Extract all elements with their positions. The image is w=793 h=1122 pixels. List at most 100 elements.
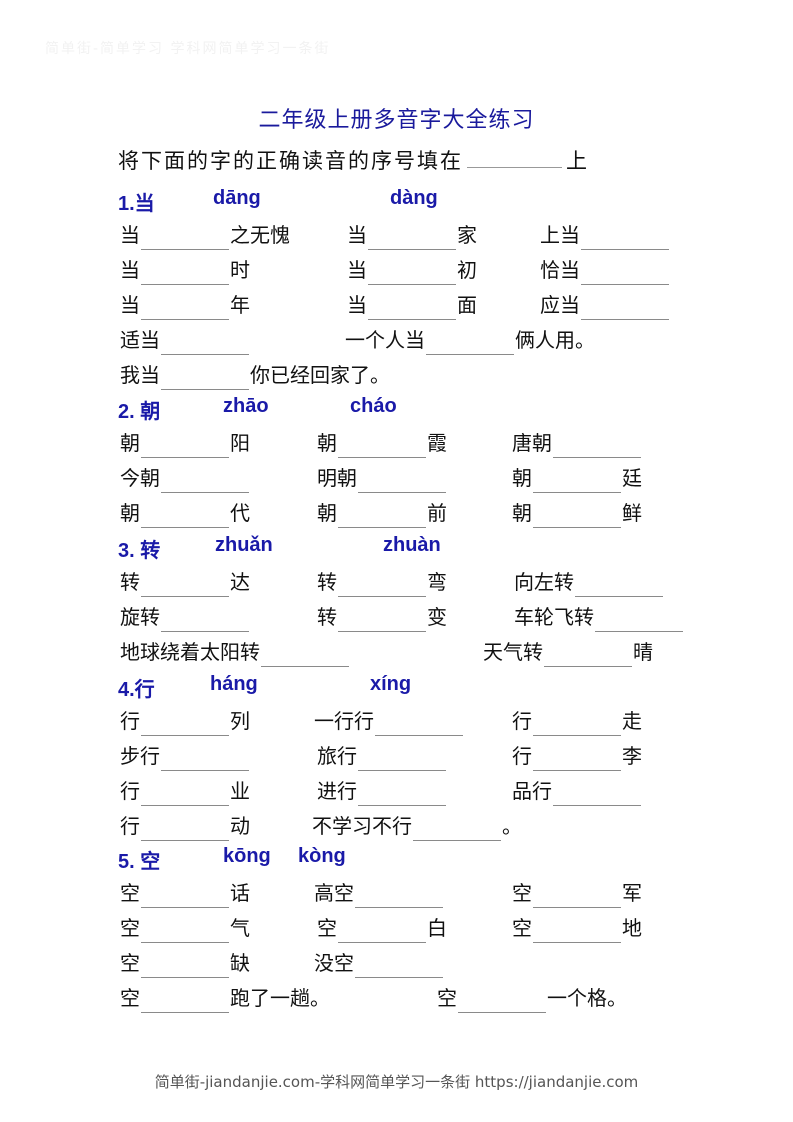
word-suffix: 廷: [622, 466, 642, 490]
exercise-item: 当 之无愧: [120, 220, 290, 250]
answer-blank[interactable]: [533, 470, 621, 493]
word-prefix: 品行: [512, 779, 552, 803]
pinyin-option: zhuǎn: [215, 534, 273, 556]
exercise-item: 行走: [512, 706, 642, 736]
answer-blank[interactable]: [533, 920, 621, 943]
answer-blank[interactable]: [338, 574, 426, 597]
answer-blank[interactable]: [368, 227, 456, 250]
word-suffix: 缺: [230, 951, 250, 975]
answer-blank[interactable]: [161, 748, 249, 771]
footer-source: 简单街-jiandanjie.com-学科网简单学习一条街 https://ji…: [154, 1073, 639, 1091]
answer-blank[interactable]: [413, 818, 501, 841]
answer-blank[interactable]: [358, 783, 446, 806]
answer-blank[interactable]: [161, 609, 249, 632]
answer-blank[interactable]: [553, 783, 641, 806]
answer-blank[interactable]: [533, 505, 621, 528]
answer-blank[interactable]: [338, 920, 426, 943]
answer-blank[interactable]: [375, 713, 463, 736]
answer-blank[interactable]: [426, 332, 514, 355]
answer-blank[interactable]: [141, 955, 229, 978]
word-suffix: 阳: [230, 431, 250, 455]
word-prefix: 空: [120, 951, 140, 975]
answer-blank[interactable]: [338, 505, 426, 528]
word-prefix: 唐朝: [512, 431, 552, 455]
word-prefix: 向左转: [514, 570, 574, 594]
answer-blank[interactable]: [141, 713, 229, 736]
answer-blank[interactable]: [141, 920, 229, 943]
answer-blank[interactable]: [533, 748, 621, 771]
word-suffix: 之无愧: [230, 223, 290, 247]
answer-blank[interactable]: [581, 262, 669, 285]
answer-blank[interactable]: [533, 885, 621, 908]
answer-blank[interactable]: [467, 147, 562, 168]
answer-blank[interactable]: [161, 367, 249, 390]
answer-blank[interactable]: [141, 262, 229, 285]
word-suffix: 列: [230, 709, 250, 733]
answer-blank[interactable]: [533, 713, 621, 736]
answer-blank[interactable]: [581, 227, 669, 250]
answer-blank[interactable]: [355, 885, 443, 908]
answer-blank[interactable]: [161, 332, 249, 355]
exercise-row: 朝代朝前朝鲜: [0, 498, 793, 532]
answer-blank[interactable]: [358, 748, 446, 771]
word-prefix: 当: [120, 258, 140, 282]
word-prefix: 当: [120, 293, 140, 317]
exercise-item: 空军: [512, 878, 642, 908]
word-prefix: 不学习不行: [312, 814, 412, 838]
answer-blank[interactable]: [368, 297, 456, 320]
answer-blank[interactable]: [358, 470, 446, 493]
instruction: 将下面的字的正确读音的序号填在 上: [118, 145, 589, 175]
word-prefix: 转: [317, 570, 337, 594]
exercise-item: 当时: [120, 255, 250, 285]
section-number-char: 2. 朝: [118, 401, 161, 423]
exercise-row: 今朝 明朝朝廷: [0, 463, 793, 497]
answer-blank[interactable]: [261, 644, 349, 667]
exercise-item: 当面: [347, 290, 477, 320]
word-suffix: 俩人用。: [515, 328, 595, 352]
word-suffix: 鲜: [622, 501, 642, 525]
answer-blank[interactable]: [161, 470, 249, 493]
word-prefix: 恰当: [540, 258, 580, 282]
word-suffix: 你已经回家了。: [250, 363, 390, 387]
pinyin-option: cháo: [350, 395, 397, 417]
exercise-item: 品行: [512, 776, 642, 806]
answer-blank[interactable]: [553, 435, 641, 458]
exercise-item: 车轮飞转: [514, 602, 684, 632]
answer-blank[interactable]: [368, 262, 456, 285]
answer-blank[interactable]: [544, 644, 632, 667]
answer-blank[interactable]: [458, 990, 546, 1013]
answer-blank[interactable]: [141, 783, 229, 806]
exercise-row: 适当 一个人当 俩人用。: [0, 325, 793, 359]
word-prefix: 没空: [314, 951, 354, 975]
word-prefix: 明朝: [317, 466, 357, 490]
word-prefix: 应当: [540, 293, 580, 317]
answer-blank[interactable]: [595, 609, 683, 632]
word-suffix: 面: [457, 293, 477, 317]
answer-blank[interactable]: [575, 574, 663, 597]
answer-blank[interactable]: [141, 435, 229, 458]
answer-blank[interactable]: [141, 227, 229, 250]
exercise-item: 我当 你已经回家了。: [120, 360, 390, 390]
answer-blank[interactable]: [338, 609, 426, 632]
word-suffix: 晴: [633, 640, 653, 664]
word-suffix: 话: [230, 881, 250, 905]
word-prefix: 旋转: [120, 605, 160, 629]
word-suffix: 气: [230, 916, 250, 940]
answer-blank[interactable]: [141, 818, 229, 841]
answer-blank[interactable]: [338, 435, 426, 458]
section-number-char: 3. 转: [118, 540, 161, 562]
answer-blank[interactable]: [355, 955, 443, 978]
answer-blank[interactable]: [141, 297, 229, 320]
word-prefix: 当: [347, 293, 367, 317]
answer-blank[interactable]: [141, 885, 229, 908]
exercise-item: 一个人当 俩人用。: [345, 325, 595, 355]
answer-blank[interactable]: [581, 297, 669, 320]
answer-blank[interactable]: [141, 990, 229, 1013]
answer-blank[interactable]: [141, 505, 229, 528]
exercise-item: 适当: [120, 325, 250, 355]
answer-blank[interactable]: [141, 574, 229, 597]
word-prefix: 进行: [317, 779, 357, 803]
exercise-item: 朝阳: [120, 428, 250, 458]
exercise-row: 我当 你已经回家了。: [0, 360, 793, 394]
word-suffix: 时: [230, 258, 250, 282]
